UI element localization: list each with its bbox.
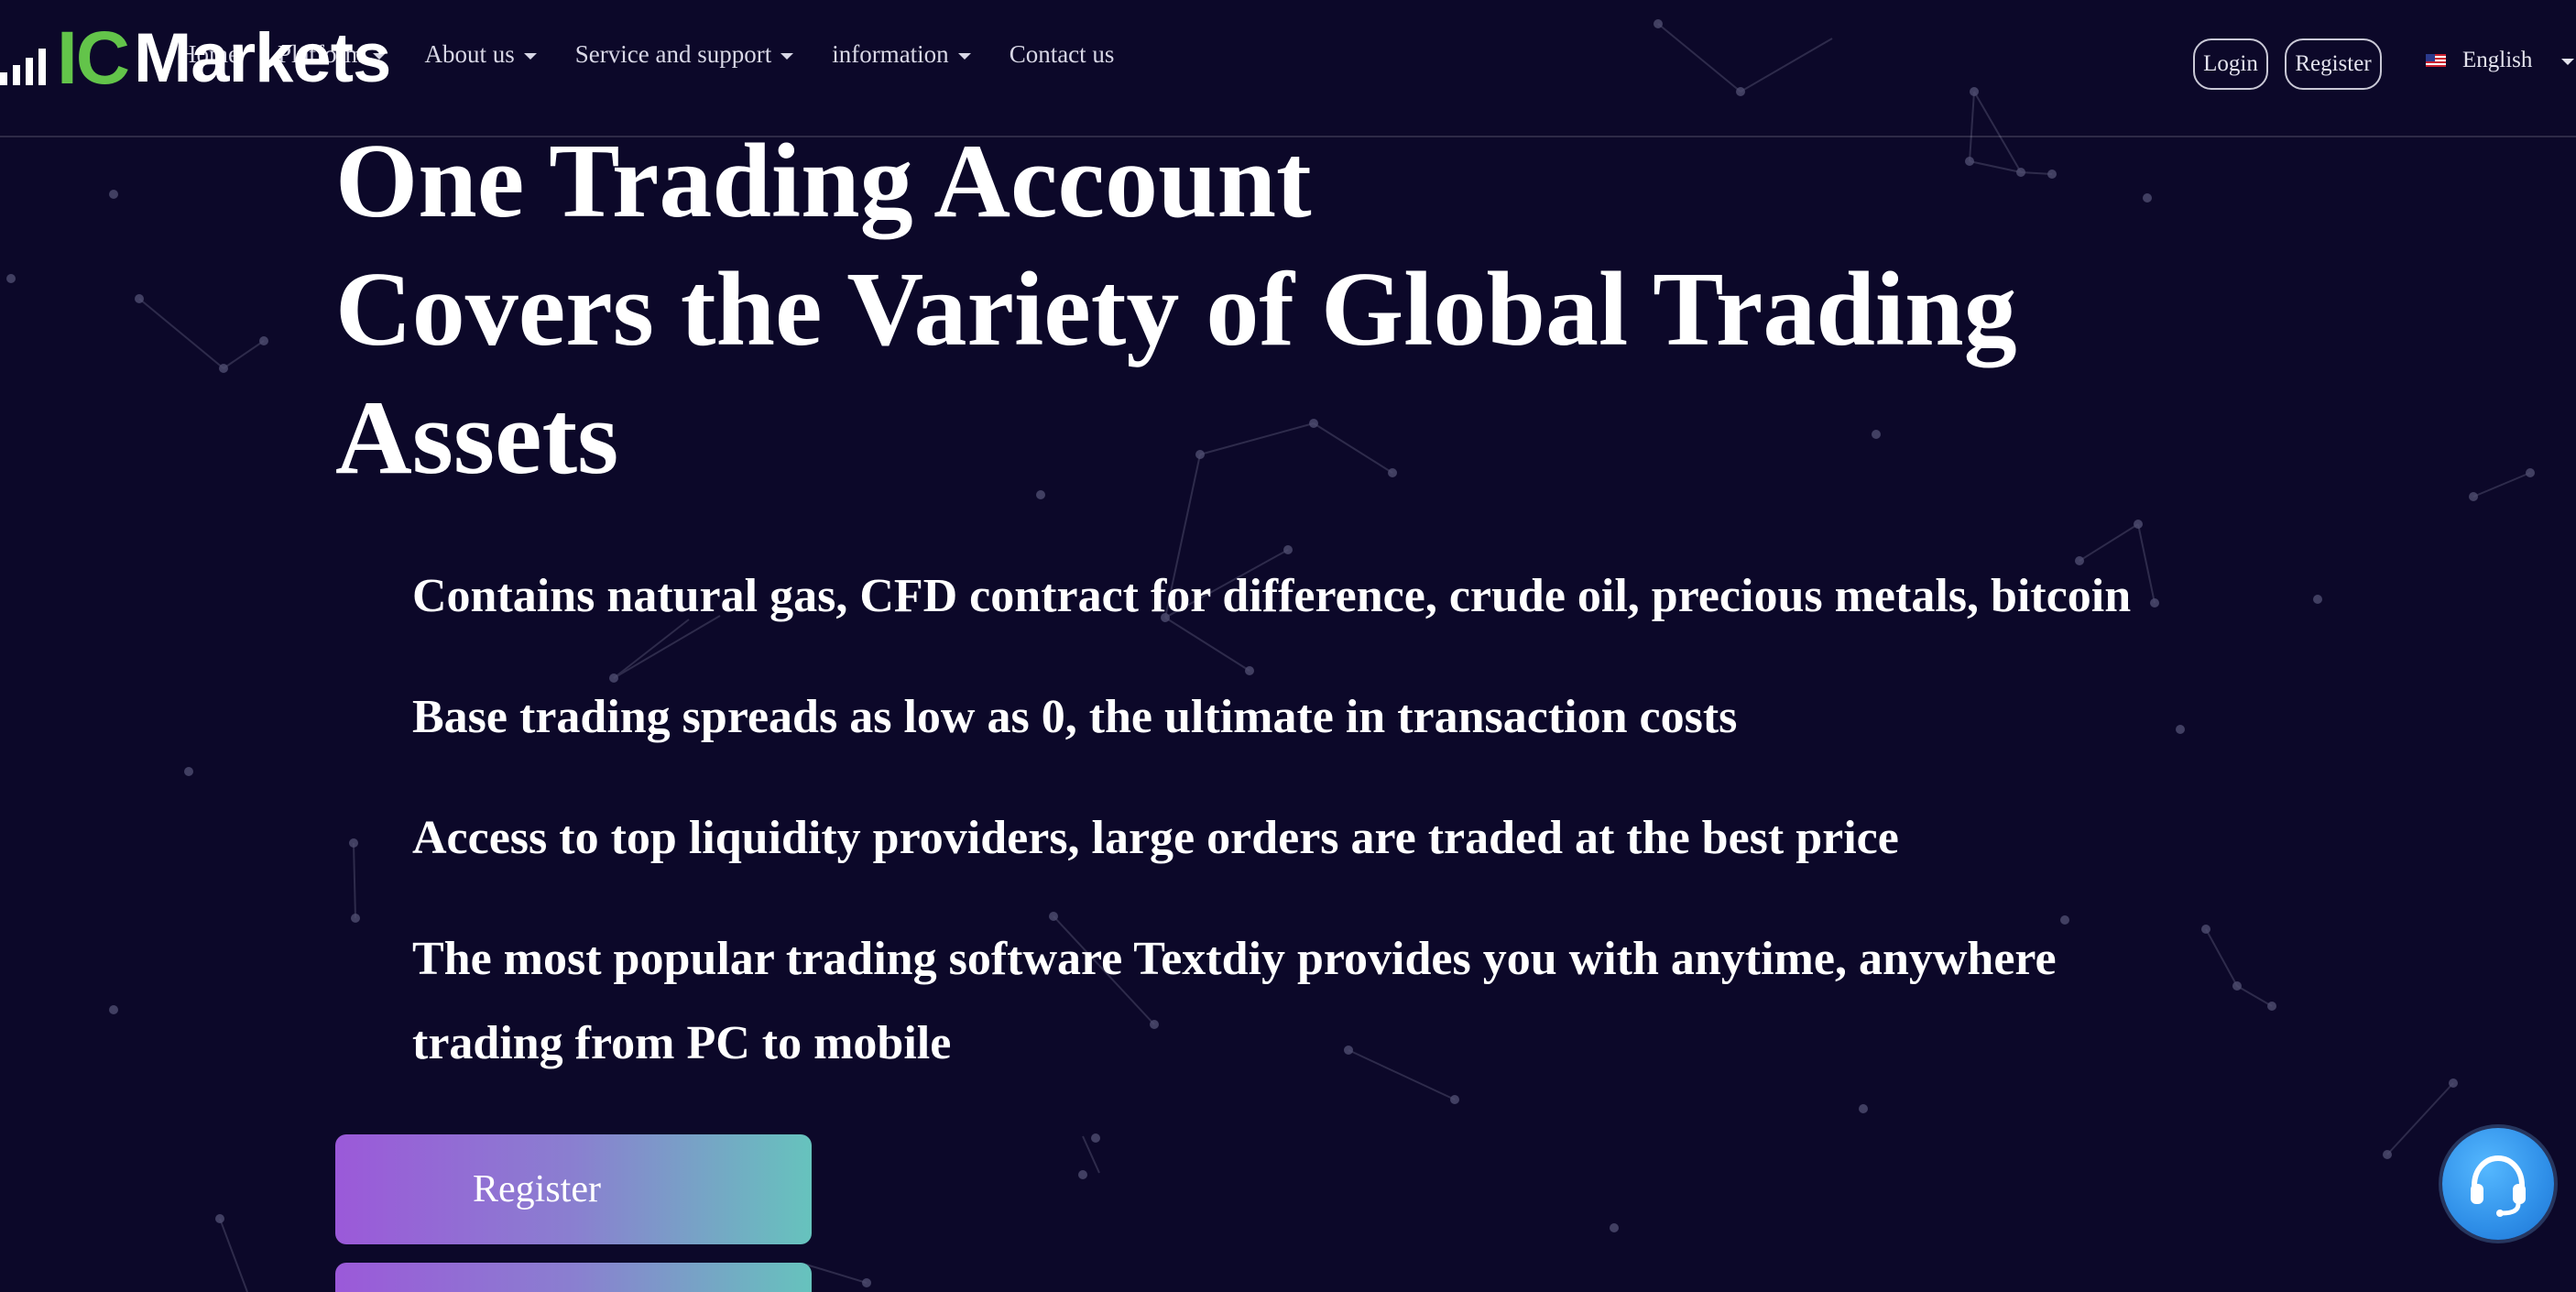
headset-icon bbox=[2471, 1155, 2526, 1217]
feature-item: Contains natural gas, CFD contract for d… bbox=[412, 570, 2132, 622]
feature-item: Base trading spreads as low as 0, the ul… bbox=[412, 691, 1738, 743]
feature-item: The most popular trading software Textdi… bbox=[412, 933, 2057, 1069]
hero-title-line: Assets bbox=[335, 379, 619, 497]
chevron-down-icon bbox=[523, 52, 537, 60]
customer-support-button[interactable] bbox=[2442, 1128, 2554, 1240]
ic-markets-logo[interactable]: IC Markets bbox=[0, 16, 391, 100]
hero-title-line: One Trading Account bbox=[335, 123, 1312, 240]
logo-prefix: IC bbox=[57, 16, 130, 100]
chevron-down-icon bbox=[2561, 59, 2575, 65]
language-label: English bbox=[2462, 48, 2533, 72]
nav-item-contact-us[interactable]: Contact us bbox=[1010, 40, 1115, 69]
nav-item-label: information bbox=[832, 40, 949, 68]
logo-name: Markets bbox=[134, 19, 391, 97]
secondary-cta-button[interactable] bbox=[335, 1263, 812, 1292]
feature-item: Access to top liquidity providers, large… bbox=[412, 812, 1899, 864]
login-button[interactable]: Login bbox=[2193, 38, 2268, 90]
hero-title: One Trading Account Covers the Variety o… bbox=[335, 117, 2259, 502]
nav-item-information[interactable]: information bbox=[832, 40, 971, 69]
nav-item-service-support[interactable]: Service and support bbox=[574, 40, 794, 69]
nav-item-label: Contact us bbox=[1009, 40, 1115, 68]
feature-list: Contains natural gas, CFD contract for d… bbox=[412, 554, 2199, 1122]
chevron-down-icon bbox=[780, 52, 794, 60]
logo-bars-icon bbox=[0, 49, 51, 85]
language-selector[interactable]: English bbox=[2426, 48, 2575, 73]
us-flag-icon bbox=[2426, 54, 2446, 67]
nav-item-label: Service and support bbox=[574, 40, 772, 68]
nav-item-label: About us bbox=[424, 40, 515, 68]
nav-item-about-us[interactable]: About us bbox=[424, 40, 537, 69]
chevron-down-icon bbox=[957, 52, 971, 60]
register-cta-button[interactable]: Register bbox=[335, 1134, 812, 1244]
header-register-button[interactable]: Register bbox=[2285, 38, 2382, 90]
hero-title-line: Covers the Variety of Global Trading bbox=[335, 251, 2017, 368]
